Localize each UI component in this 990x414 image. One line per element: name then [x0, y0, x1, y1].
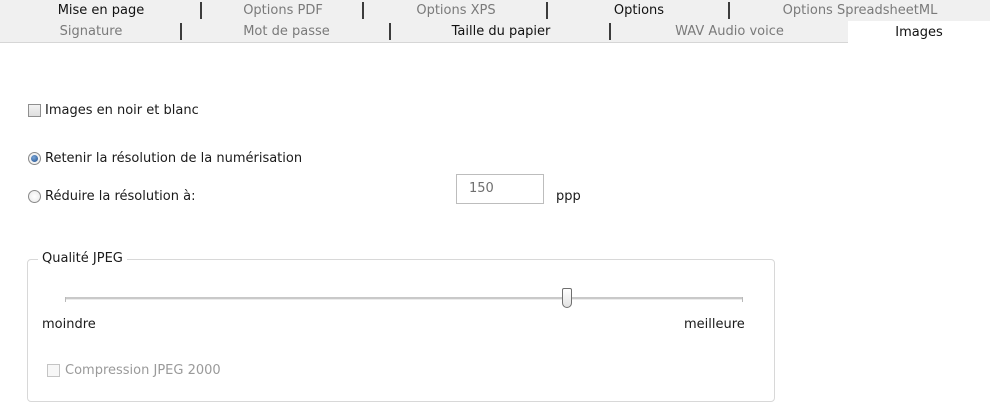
tab-row-top: Mise en page Options PDF Options XPS Opt…	[0, 0, 990, 21]
jpeg-quality-group	[27, 259, 775, 402]
tab-options-xps[interactable]: Options XPS	[364, 0, 548, 21]
slider-tick-max	[742, 297, 743, 302]
radio-selected-dot	[31, 155, 38, 162]
tab-options-spreadsheetml[interactable]: Options SpreadsheetML	[730, 0, 990, 21]
tab-options[interactable]: Options	[548, 0, 730, 21]
tab-wav-audio-voice[interactable]: WAV Audio voice	[611, 21, 848, 43]
bw-images-checkbox[interactable]	[28, 104, 41, 117]
reduce-resolution-label[interactable]: Réduire la résolution à:	[45, 189, 195, 205]
tab-mot-de-passe[interactable]: Mot de passe	[182, 21, 391, 43]
jpeg2000-checkbox[interactable]	[47, 364, 60, 377]
tab-signature[interactable]: Signature	[0, 21, 182, 43]
resolution-input[interactable]: 150	[456, 174, 544, 204]
jpeg-quality-slider-thumb[interactable]	[562, 288, 572, 308]
jpeg-quality-min-label: moindre	[42, 317, 96, 332]
keep-resolution-label[interactable]: Retenir la résolution de la numérisation	[45, 151, 302, 167]
jpeg-quality-title: Qualité JPEG	[38, 252, 127, 266]
tab-mise-en-page[interactable]: Mise en page	[0, 0, 202, 21]
tab-row-bottom: Signature Mot de passe Taille du papier …	[0, 21, 990, 43]
tab-taille-du-papier[interactable]: Taille du papier	[391, 21, 611, 43]
tab-images[interactable]: Images	[848, 21, 990, 43]
slider-tick-min	[65, 297, 66, 302]
reduce-resolution-radio[interactable]	[28, 190, 41, 203]
jpeg-quality-slider-track[interactable]	[65, 297, 743, 300]
jpeg2000-label[interactable]: Compression JPEG 2000	[65, 363, 221, 379]
tab-options-pdf[interactable]: Options PDF	[202, 0, 364, 21]
keep-resolution-radio[interactable]	[28, 152, 41, 165]
resolution-unit-label: ppp	[556, 189, 581, 204]
bw-images-label[interactable]: Images en noir et blanc	[45, 103, 199, 119]
jpeg-quality-max-label: meilleure	[684, 317, 745, 332]
